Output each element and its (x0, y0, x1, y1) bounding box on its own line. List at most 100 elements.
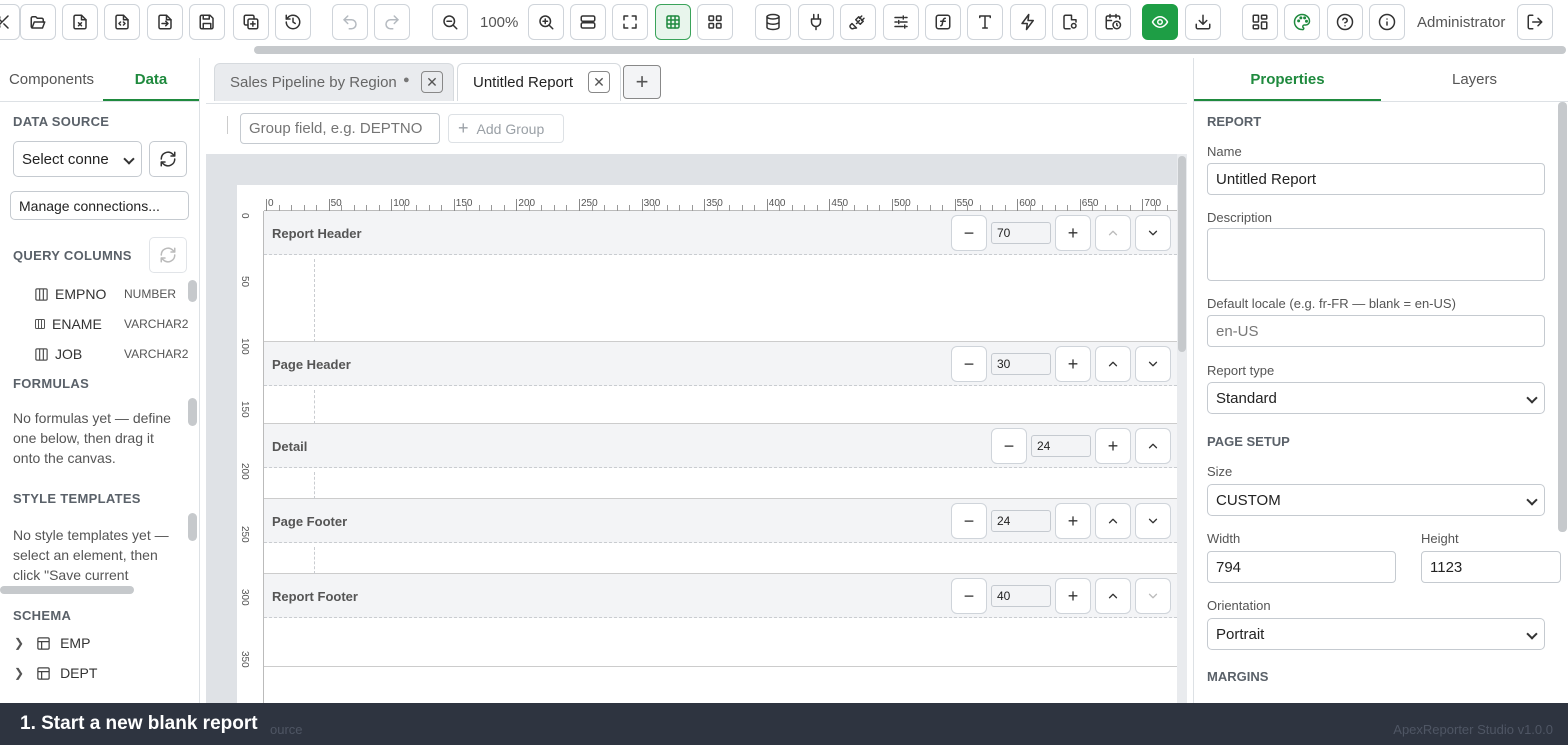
dashboard-button[interactable] (1242, 4, 1278, 40)
style-templates-scrollbar[interactable] (188, 513, 197, 541)
width-input[interactable]: 794 (1207, 551, 1396, 583)
decrease-height-button[interactable]: − (951, 503, 987, 539)
components-grid-button[interactable] (697, 4, 733, 40)
height-input[interactable]: 1123 (1421, 551, 1561, 583)
close-tab-button[interactable]: ✕ (588, 71, 610, 93)
undo-button[interactable] (332, 4, 368, 40)
import-button[interactable] (147, 4, 183, 40)
parameters-button[interactable] (883, 4, 919, 40)
layout-rows-button[interactable] (570, 4, 606, 40)
connection-select[interactable]: Select conne (13, 141, 142, 177)
properties-scrollbar[interactable] (1558, 102, 1567, 532)
band-height-input[interactable]: 24 (991, 510, 1051, 532)
layout-grid-icon (708, 15, 722, 29)
new-tab-button[interactable]: + (623, 65, 661, 99)
refresh-columns-button[interactable] (149, 237, 187, 273)
help-button[interactable] (1327, 4, 1363, 40)
preview-button[interactable] (1142, 4, 1178, 40)
decrease-height-button[interactable]: − (951, 346, 987, 382)
query-column-ename[interactable]: ENAME VARCHAR2 (34, 314, 188, 334)
orientation-select[interactable]: Portrait (1207, 618, 1545, 650)
refresh-connections-button[interactable] (149, 141, 187, 177)
tab-data[interactable]: Data (103, 58, 199, 101)
disconnect-button[interactable] (840, 4, 876, 40)
schema-table-emp[interactable]: ❯ EMP (14, 635, 90, 651)
locale-input[interactable]: en-US (1207, 315, 1545, 347)
schedule-button[interactable] (1095, 4, 1131, 40)
group-field-input[interactable] (240, 113, 440, 144)
band-header: Page Header −30 + (264, 342, 1177, 386)
toolbar-scrollbar[interactable] (254, 46, 1566, 54)
open-button[interactable] (20, 4, 56, 40)
quick-run-button[interactable] (1010, 4, 1046, 40)
decrease-height-button[interactable]: − (951, 215, 987, 251)
code-file-button[interactable] (104, 4, 140, 40)
decrease-height-button[interactable]: − (951, 578, 987, 614)
history-button[interactable] (275, 4, 311, 40)
canvas-vscrollbar[interactable] (1178, 156, 1186, 352)
tab-components[interactable]: Components (0, 58, 103, 101)
fit-screen-button[interactable] (612, 4, 648, 40)
band-page-header[interactable]: Page Header −30 + (264, 342, 1177, 424)
formula-button[interactable] (925, 4, 961, 40)
increase-height-button[interactable]: + (1055, 346, 1091, 382)
name-input[interactable]: Untitled Report (1207, 163, 1545, 195)
left-panel-hscrollbar[interactable] (0, 586, 134, 594)
query-column-empno[interactable]: EMPNO NUMBER (34, 284, 176, 304)
plus-icon: + (458, 118, 469, 138)
zoom-in-button[interactable] (528, 4, 564, 40)
increase-height-button[interactable]: + (1055, 215, 1091, 251)
database-button[interactable] (755, 4, 791, 40)
band-height-input[interactable]: 40 (991, 585, 1051, 607)
description-textarea[interactable] (1207, 228, 1545, 281)
move-down-button[interactable] (1135, 346, 1171, 382)
increase-height-button[interactable]: + (1095, 428, 1131, 464)
band-page-footer[interactable]: Page Footer −24 + (264, 499, 1177, 574)
theme-button[interactable] (1284, 4, 1320, 40)
move-down-button[interactable] (1135, 503, 1171, 539)
move-down-button[interactable] (1135, 215, 1171, 251)
scissors-icon-button[interactable] (0, 4, 20, 40)
add-group-button[interactable]: + Add Group (448, 114, 564, 143)
move-up-button[interactable] (1135, 428, 1171, 464)
decrease-height-button[interactable]: − (991, 428, 1027, 464)
band-detail[interactable]: Detail −24 + (264, 424, 1177, 499)
move-up-button[interactable] (1095, 346, 1131, 382)
doc-tab-sales-pipeline[interactable]: Sales Pipeline by Region ● ✕ (214, 63, 454, 101)
file-settings-button[interactable] (1052, 4, 1088, 40)
grid-toggle-button[interactable] (655, 4, 691, 40)
size-select[interactable]: CUSTOM (1207, 484, 1545, 516)
increase-height-button[interactable]: + (1055, 578, 1091, 614)
schema-table-dept[interactable]: ❯ DEPT (14, 665, 97, 681)
move-up-button[interactable] (1095, 215, 1131, 251)
logout-button[interactable] (1517, 4, 1553, 40)
query-column-job[interactable]: JOB VARCHAR2 (34, 344, 188, 364)
tab-layers[interactable]: Layers (1381, 58, 1568, 101)
redo-button[interactable] (374, 4, 410, 40)
save-button[interactable] (189, 4, 225, 40)
manage-connections-button[interactable]: Manage connections... (10, 191, 189, 220)
text-button[interactable] (967, 4, 1003, 40)
tab-properties[interactable]: Properties (1194, 58, 1381, 101)
about-button[interactable] (1369, 4, 1405, 40)
band-height-input[interactable]: 70 (991, 222, 1051, 244)
connect-button[interactable] (798, 4, 834, 40)
band-height-input[interactable]: 30 (991, 353, 1051, 375)
band-height-input[interactable]: 24 (1031, 435, 1091, 457)
close-tab-button[interactable]: ✕ (421, 71, 443, 93)
zoom-out-button[interactable] (432, 4, 468, 40)
columns-scrollbar[interactable] (188, 280, 197, 302)
close-file-button[interactable] (62, 4, 98, 40)
duplicate-button[interactable] (233, 4, 269, 40)
band-controls: −70 + (951, 215, 1175, 251)
export-button[interactable] (1185, 4, 1221, 40)
band-report-header[interactable]: Report Header −70 + (264, 211, 1177, 342)
increase-height-button[interactable]: + (1055, 503, 1091, 539)
move-down-button[interactable] (1135, 578, 1171, 614)
doc-tab-untitled-report[interactable]: Untitled Report ✕ (457, 63, 621, 101)
formulas-scrollbar[interactable] (188, 398, 197, 426)
move-up-button[interactable] (1095, 578, 1131, 614)
move-up-button[interactable] (1095, 503, 1131, 539)
band-report-footer[interactable]: Report Footer −40 + (264, 574, 1177, 667)
report-type-select[interactable]: Standard (1207, 382, 1545, 414)
